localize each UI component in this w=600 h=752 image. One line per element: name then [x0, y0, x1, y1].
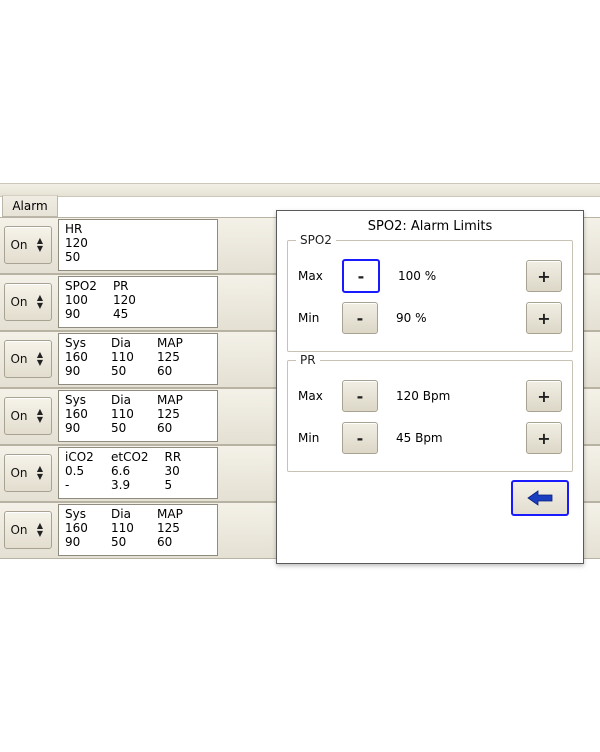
group-pr: PR Max - 120 Bpm + Min - 45 Bpm +	[287, 360, 573, 472]
alarm-on-toggle[interactable]: On ▲▼	[4, 511, 52, 549]
param-low: 50	[111, 535, 141, 549]
increment-button[interactable]: +	[526, 380, 562, 412]
param-low: 50	[111, 421, 141, 435]
param-high: 160	[65, 350, 95, 364]
param-header: SPO2	[65, 279, 97, 293]
decrement-button[interactable]: -	[342, 380, 378, 412]
decrement-button[interactable]: -	[342, 422, 378, 454]
param-high: 110	[111, 407, 141, 421]
param-high: 160	[65, 521, 95, 535]
param-high: 125	[157, 350, 187, 364]
param-high: 110	[111, 521, 141, 535]
group-spo2: SPO2 Max - 100 % + Min - 90 % +	[287, 240, 573, 352]
pr-min-value: 45 Bpm	[386, 431, 518, 445]
param-low: 90	[65, 364, 95, 378]
on-toggle-label: On	[5, 352, 33, 366]
param-header: Sys	[65, 336, 95, 350]
on-toggle-label: On	[5, 466, 33, 480]
param-header: Dia	[111, 507, 141, 521]
param-low: -	[65, 478, 95, 492]
param-low: 60	[157, 535, 187, 549]
param-high: 120	[65, 236, 95, 250]
limits-cell-ibp2[interactable]: Sys 160 90 Dia 110 50 MAP 125 60	[58, 504, 218, 556]
param-header: Sys	[65, 393, 95, 407]
on-toggle-label: On	[5, 523, 33, 537]
param-high: 6.6	[111, 464, 149, 478]
spo2-min-row: Min - 90 % +	[298, 299, 562, 337]
param-header: MAP	[157, 336, 187, 350]
param-low: 3.9	[111, 478, 149, 492]
increment-button[interactable]: +	[526, 260, 562, 292]
spo2-alarm-limits-dialog: SPO2: Alarm Limits SPO2 Max - 100 % + Mi…	[276, 210, 584, 564]
param-low: 50	[111, 364, 141, 378]
param-header: Dia	[111, 393, 141, 407]
limits-cell-nibp[interactable]: Sys 160 90 Dia 110 50 MAP 125 60	[58, 333, 218, 385]
param-header: Sys	[65, 507, 95, 521]
param-low: 45	[113, 307, 143, 321]
on-toggle-label: On	[5, 409, 33, 423]
param-header: MAP	[157, 507, 187, 521]
param-high: 30	[165, 464, 195, 478]
pr-min-row: Min - 45 Bpm +	[298, 419, 562, 457]
limits-cell-co2[interactable]: iCO2 0.5 - etCO2 6.6 3.9 RR 30 5	[58, 447, 218, 499]
spinner-arrows-icon: ▲▼	[33, 237, 47, 253]
group-legend: SPO2	[296, 233, 336, 247]
spinner-arrows-icon: ▲▼	[33, 522, 47, 538]
limits-cell-ibp[interactable]: Sys 160 90 Dia 110 50 MAP 125 60	[58, 390, 218, 442]
param-low: 5	[165, 478, 195, 492]
param-low: 90	[65, 421, 95, 435]
param-header: RR	[165, 450, 195, 464]
spo2-min-value: 90 %	[386, 311, 518, 325]
on-toggle-label: On	[5, 238, 33, 252]
param-high: 160	[65, 407, 95, 421]
param-high: 125	[157, 407, 187, 421]
param-header: iCO2	[65, 450, 95, 464]
back-button[interactable]	[511, 480, 569, 516]
alarm-on-toggle[interactable]: On ▲▼	[4, 454, 52, 492]
param-high: 125	[157, 521, 187, 535]
max-label: Max	[298, 269, 334, 283]
dialog-title: SPO2: Alarm Limits	[287, 219, 573, 234]
arrow-left-icon	[526, 489, 554, 507]
min-label: Min	[298, 431, 334, 445]
spinner-arrows-icon: ▲▼	[33, 465, 47, 481]
param-header: Dia	[111, 336, 141, 350]
param-high: 0.5	[65, 464, 95, 478]
alarm-on-toggle[interactable]: On ▲▼	[4, 340, 52, 378]
alarm-on-toggle[interactable]: On ▲▼	[4, 283, 52, 321]
param-header: PR	[113, 279, 143, 293]
alarm-column-header: Alarm	[2, 195, 58, 217]
pr-max-row: Max - 120 Bpm +	[298, 377, 562, 415]
param-low: 60	[157, 364, 187, 378]
on-toggle-label: On	[5, 295, 33, 309]
group-legend: PR	[296, 353, 320, 367]
param-header: HR	[65, 222, 95, 236]
limits-cell-hr[interactable]: HR 120 50	[58, 219, 218, 271]
param-low: 90	[65, 535, 95, 549]
spo2-max-value: 100 %	[388, 269, 518, 283]
param-header: MAP	[157, 393, 187, 407]
spinner-arrows-icon: ▲▼	[33, 351, 47, 367]
spo2-max-row: Max - 100 % +	[298, 257, 562, 295]
spinner-arrows-icon: ▲▼	[33, 294, 47, 310]
param-header: etCO2	[111, 450, 149, 464]
decrement-button[interactable]: -	[342, 302, 378, 334]
alarm-on-toggle[interactable]: On ▲▼	[4, 397, 52, 435]
decrement-button[interactable]: -	[342, 259, 380, 293]
param-high: 110	[111, 350, 141, 364]
param-low: 50	[65, 250, 95, 264]
param-low: 90	[65, 307, 97, 321]
param-high: 100	[65, 293, 97, 307]
alarm-on-toggle[interactable]: On ▲▼	[4, 226, 52, 264]
min-label: Min	[298, 311, 334, 325]
limits-cell-spo2[interactable]: SPO2 100 90 PR 120 45	[58, 276, 218, 328]
increment-button[interactable]: +	[526, 302, 562, 334]
increment-button[interactable]: +	[526, 422, 562, 454]
param-low: 60	[157, 421, 187, 435]
spinner-arrows-icon: ▲▼	[33, 408, 47, 424]
pr-max-value: 120 Bpm	[386, 389, 518, 403]
param-high: 120	[113, 293, 143, 307]
max-label: Max	[298, 389, 334, 403]
